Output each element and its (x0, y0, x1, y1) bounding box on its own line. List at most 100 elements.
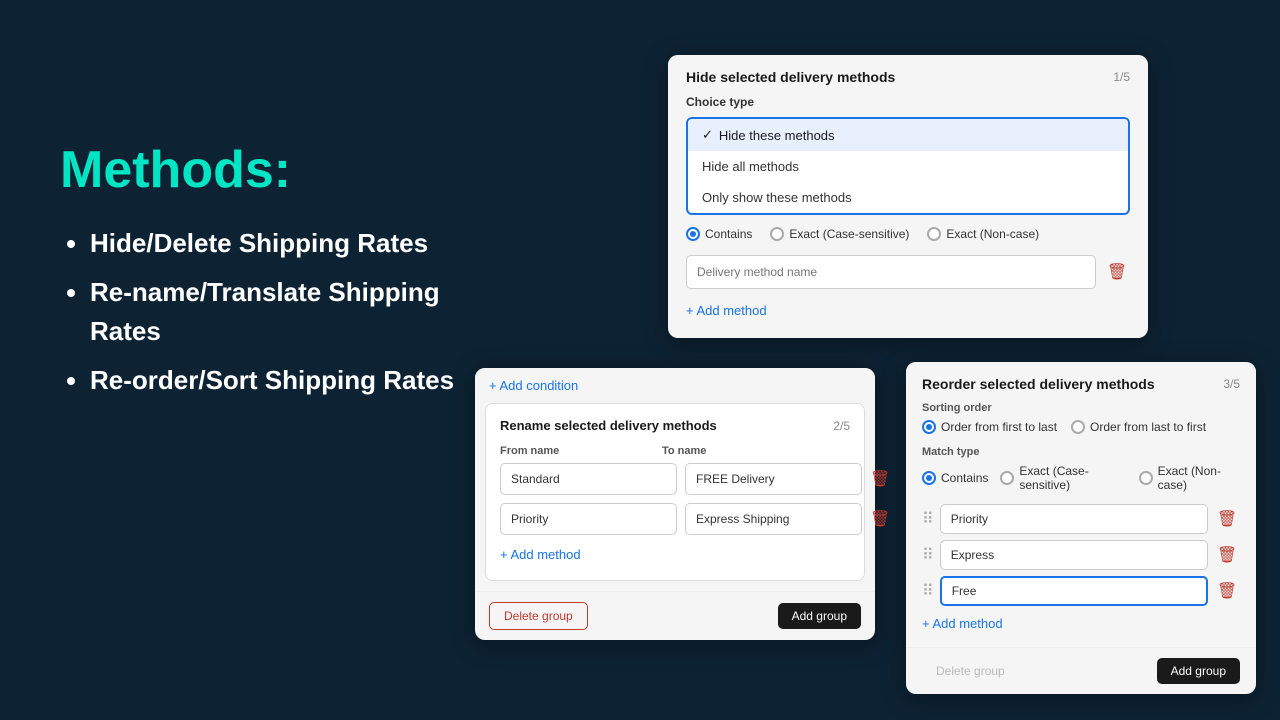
methods-list: Hide/Delete Shipping Rates Re-name/Trans… (60, 224, 510, 400)
radio-label-last-to-first: Order from last to first (1090, 420, 1206, 434)
reorder-methods-card: Reorder selected delivery methods 3/5 So… (906, 362, 1256, 694)
add-method-button[interactable]: + Add method (686, 299, 767, 322)
radio-label-exact-noncase: Exact (Non-case) (946, 227, 1039, 241)
add-method-button-3[interactable]: + Add method (922, 612, 1003, 635)
dropdown-item-hide-these[interactable]: ✓ Hide these methods (688, 119, 1128, 151)
radio-circle-first-to-last (922, 420, 936, 434)
check-icon: ✓ (702, 127, 713, 143)
rename-title: Rename selected delivery methods (500, 418, 717, 433)
delete-group-label: Delete group (504, 609, 573, 623)
drag-handle-3[interactable]: ⠿ (922, 581, 934, 601)
delivery-method-input-row: 🗑 (686, 255, 1130, 289)
card1-step: 1/5 (1113, 70, 1130, 84)
card1-title: Hide selected delivery methods (686, 69, 895, 85)
drag-input-1[interactable] (940, 504, 1208, 534)
radio-circle-exact-case (770, 227, 784, 241)
radio-circle-exact-case-3 (1000, 471, 1014, 485)
add-method-label-3: + Add method (922, 616, 1003, 631)
dropdown-item-label: Hide these methods (719, 128, 835, 143)
choice-type-dropdown[interactable]: ✓ Hide these methods Hide all methods On… (686, 117, 1130, 215)
sorting-radio-group: Order from first to last Order from last… (922, 420, 1240, 434)
add-method-button-2[interactable]: + Add method (500, 543, 581, 566)
from-name-input-2[interactable] (500, 503, 677, 535)
drag-input-2[interactable] (940, 540, 1208, 570)
radio-exact-noncase-3[interactable]: Exact (Non-case) (1139, 464, 1240, 492)
radio-label-contains: Contains (705, 227, 752, 241)
add-condition-bar: + Add condition (475, 368, 875, 403)
delete-method-button[interactable]: 🗑 (1104, 259, 1130, 285)
card3-header: Reorder selected delivery methods 3/5 (906, 362, 1256, 402)
add-group-label-3: Add group (1171, 664, 1226, 678)
radio-exact-case-3[interactable]: Exact (Case-sensitive) (1000, 464, 1126, 492)
left-panel: Methods: Hide/Delete Shipping Rates Re-n… (60, 140, 510, 410)
dropdown-item-only-show[interactable]: Only show these methods (688, 182, 1128, 213)
rename-step: 2/5 (833, 419, 850, 433)
from-name-label: From name (500, 445, 654, 457)
from-name-input-1[interactable] (500, 463, 677, 495)
radio-label-contains-3: Contains (941, 471, 988, 485)
list-item: Re-name/Translate Shipping Rates (90, 273, 510, 351)
card3-title: Reorder selected delivery methods (922, 376, 1155, 392)
add-group-button-3[interactable]: Add group (1157, 658, 1240, 684)
delivery-method-input[interactable] (686, 255, 1096, 289)
delete-rename-row-1[interactable]: 🗑 (870, 466, 890, 492)
choice-type-label: Choice type (686, 95, 1130, 109)
to-name-input-1[interactable] (685, 463, 862, 495)
radio-exact-noncase[interactable]: Exact (Non-case) (927, 227, 1039, 241)
rename-inner-card: Rename selected delivery methods 2/5 Fro… (485, 403, 865, 581)
radio-contains[interactable]: Contains (686, 227, 752, 241)
to-name-input-2[interactable] (685, 503, 862, 535)
radio-exact-case[interactable]: Exact (Case-sensitive) (770, 227, 909, 241)
radio-circle-exact-noncase-3 (1139, 471, 1153, 485)
drag-input-3[interactable] (940, 576, 1208, 606)
card3-footer: Delete group Add group (906, 647, 1256, 694)
rename-methods-card: + Add condition Rename selected delivery… (475, 368, 875, 640)
card1-body: Choice type ✓ Hide these methods Hide al… (668, 95, 1148, 338)
match-radio-group-3: Contains Exact (Case-sensitive) Exact (N… (922, 464, 1240, 492)
rename-col-headers: From name To name (500, 445, 850, 457)
card3-step: 3/5 (1223, 377, 1240, 391)
page-title: Methods: (60, 140, 510, 200)
delete-rename-row-2[interactable]: 🗑 (870, 506, 890, 532)
hide-methods-card: Hide selected delivery methods 1/5 Choic… (668, 55, 1148, 338)
drag-handle-1[interactable]: ⠿ (922, 509, 934, 529)
rename-row-2: 🗑 (500, 503, 850, 535)
delete-drag-row-2[interactable]: 🗑 (1214, 542, 1240, 568)
radio-circle-contains-3 (922, 471, 936, 485)
rename-header: Rename selected delivery methods 2/5 (500, 418, 850, 433)
to-name-label: To name (662, 445, 816, 457)
rename-row-1: 🗑 (500, 463, 850, 495)
radio-first-to-last[interactable]: Order from first to last (922, 420, 1057, 434)
drag-handle-2[interactable]: ⠿ (922, 545, 934, 565)
delete-drag-row-3[interactable]: 🗑 (1214, 578, 1240, 604)
card3-body: Sorting order Order from first to last O… (906, 402, 1256, 647)
add-method-label-2: + Add method (500, 547, 581, 562)
radio-last-to-first[interactable]: Order from last to first (1071, 420, 1206, 434)
match-type-label-3: Match type (922, 446, 1240, 458)
add-group-button[interactable]: Add group (778, 603, 861, 629)
drag-row-2: ⠿ 🗑 (922, 540, 1240, 570)
card2-footer: Delete group Add group (475, 591, 875, 640)
dropdown-item-hide-all[interactable]: Hide all methods (688, 151, 1128, 182)
delete-group-label-3: Delete group (936, 664, 1005, 678)
radio-circle-exact-noncase (927, 227, 941, 241)
list-item: Hide/Delete Shipping Rates (90, 224, 510, 263)
radio-label-exact-noncase-3: Exact (Non-case) (1158, 464, 1240, 492)
radio-label-exact-case: Exact (Case-sensitive) (789, 227, 909, 241)
add-condition-label: + Add condition (489, 378, 578, 393)
add-method-label: + Add method (686, 303, 767, 318)
radio-contains-3[interactable]: Contains (922, 471, 988, 485)
delete-group-button-3[interactable]: Delete group (922, 658, 1019, 684)
delete-drag-row-1[interactable]: 🗑 (1214, 506, 1240, 532)
radio-label-first-to-last: Order from first to last (941, 420, 1057, 434)
radio-circle-last-to-first (1071, 420, 1085, 434)
delete-group-button[interactable]: Delete group (489, 602, 588, 630)
add-condition-button[interactable]: + Add condition (489, 378, 578, 393)
radio-label-exact-case-3: Exact (Case-sensitive) (1019, 464, 1126, 492)
match-type-radio-group: Contains Exact (Case-sensitive) Exact (N… (686, 227, 1130, 241)
drag-row-1: ⠿ 🗑 (922, 504, 1240, 534)
list-item: Re-order/Sort Shipping Rates (90, 361, 510, 400)
dropdown-item-label: Only show these methods (702, 190, 852, 205)
drag-row-3: ⠿ 🗑 (922, 576, 1240, 606)
add-group-label: Add group (792, 609, 847, 623)
